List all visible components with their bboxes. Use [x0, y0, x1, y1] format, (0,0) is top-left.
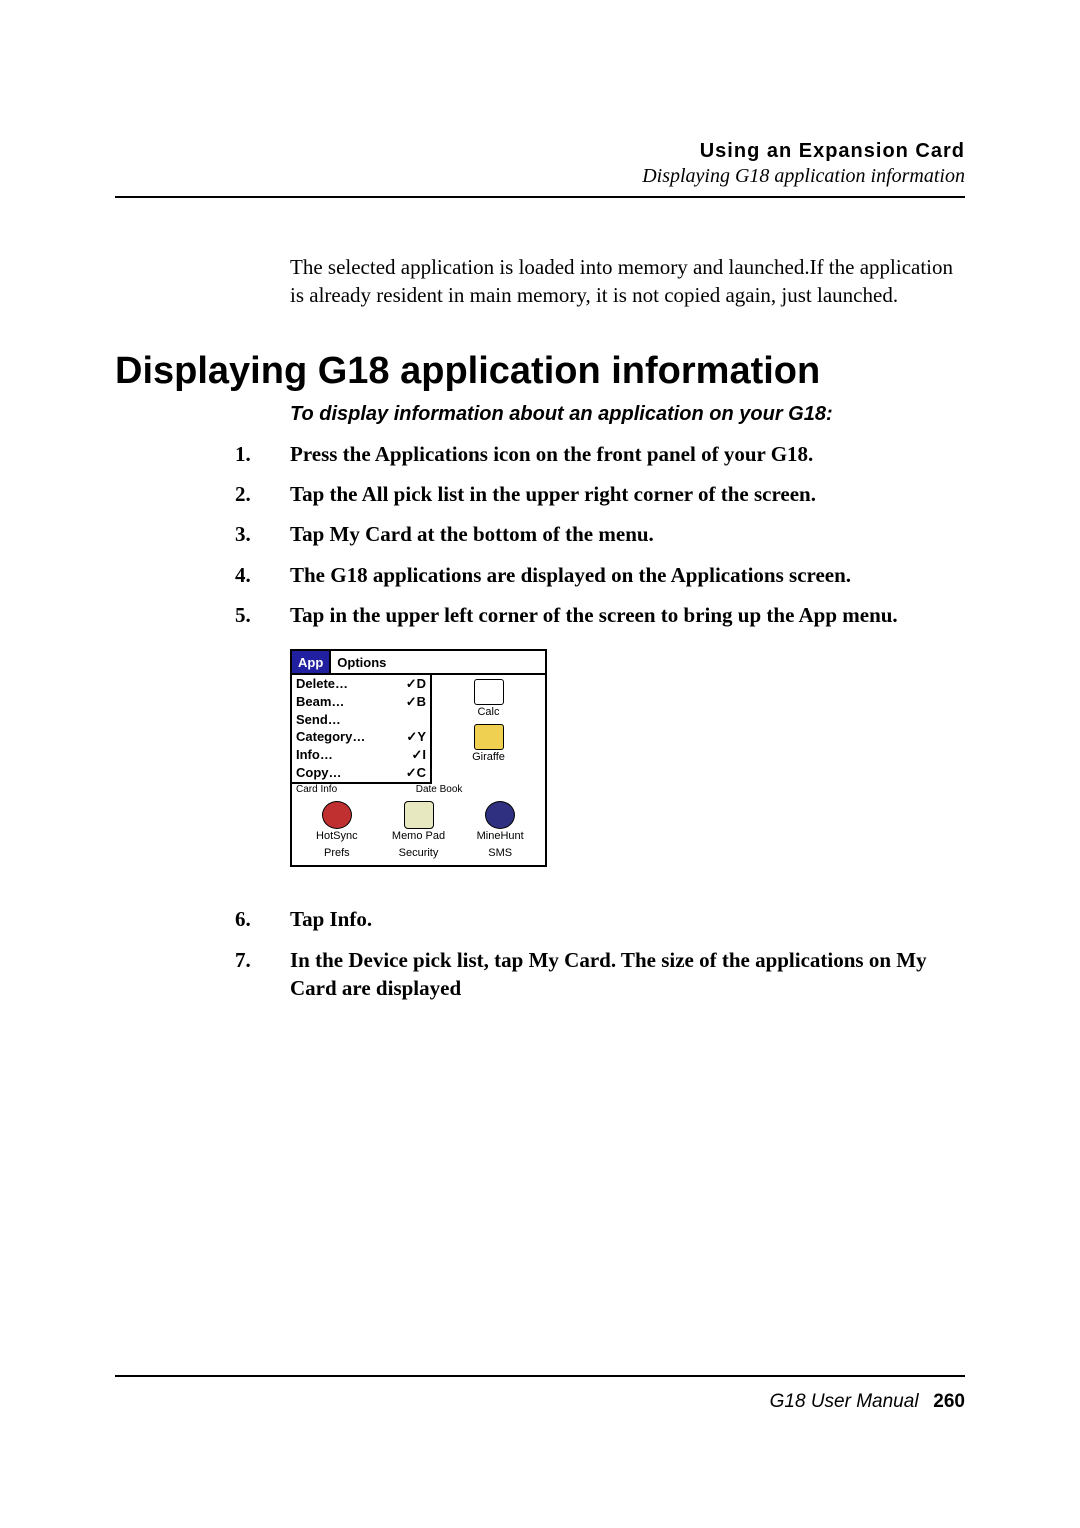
menu-item-copy[interactable]: Copy… [296, 765, 342, 781]
obscured-label: Date Book [416, 784, 463, 795]
app-label: Giraffe [472, 751, 505, 763]
page-footer: G18 User Manual 260 [115, 1375, 965, 1413]
step-text: Tap Info. [290, 905, 965, 933]
giraffe-icon[interactable] [474, 724, 504, 750]
menu-shortcut: ✓C [406, 765, 426, 781]
steps-list-1: 1.Press the Applications icon on the fro… [115, 440, 965, 630]
step-number: 3. [235, 520, 290, 548]
step-text: Tap in the upper left corner of the scre… [290, 601, 965, 629]
calc-icon[interactable] [474, 679, 504, 705]
minehunt-icon[interactable] [485, 801, 515, 829]
step-text: In the Device pick list, tap My Card. Th… [290, 946, 965, 1003]
app-label: Security [399, 847, 439, 859]
step-text: Tap My Card at the bottom of the menu. [290, 520, 965, 548]
section-heading: Displaying G18 application information [115, 350, 965, 393]
app-label: HotSync [316, 830, 358, 842]
step-number: 7. [235, 946, 290, 1003]
step-number: 4. [235, 561, 290, 589]
menu-item-delete[interactable]: Delete… [296, 676, 348, 692]
menu-shortcut: ✓I [411, 747, 426, 763]
step-number: 1. [235, 440, 290, 468]
app-label: Prefs [324, 847, 350, 859]
menu-item-send[interactable]: Send… [296, 712, 341, 727]
menu-shortcut: ✓Y [406, 729, 426, 745]
hotsync-icon[interactable] [322, 801, 352, 829]
header-rule [115, 196, 965, 198]
app-menu-dropdown: Delete… ✓D Beam… ✓B Send… Category… ✓Y Info… [292, 675, 432, 784]
app-label: MineHunt [477, 830, 524, 842]
app-label: Calc [477, 706, 499, 718]
memopad-icon[interactable] [404, 801, 434, 829]
task-subheading: To display information about an applicat… [290, 403, 965, 426]
menu-item-beam[interactable]: Beam… [296, 694, 344, 710]
menu-shortcut: ✓B [406, 694, 426, 710]
palm-device-screen: App Options Delete… ✓D Beam… ✓B Send… Cate… [290, 649, 547, 867]
step-text: Tap the All pick list in the upper right… [290, 480, 965, 508]
section-subtitle: Displaying G18 application information [115, 165, 965, 188]
manual-name: G18 User Manual [770, 1391, 919, 1412]
chapter-title: Using an Expansion Card [115, 140, 965, 163]
step-text: Press the Applications icon on the front… [290, 440, 965, 468]
menu-shortcut: ✓D [406, 676, 426, 692]
step-text: The G18 applications are displayed on th… [290, 561, 965, 589]
app-label: Memo Pad [392, 830, 445, 842]
step-number: 2. [235, 480, 290, 508]
obscured-label: Card Info [296, 784, 337, 795]
palm-screenshot: App Options Delete… ✓D Beam… ✓B Send… Cate… [290, 649, 965, 867]
app-label: SMS [488, 847, 512, 859]
app-menu-tab[interactable]: App [292, 651, 331, 673]
page-number: 260 [933, 1391, 965, 1412]
step-number: 6. [235, 905, 290, 933]
steps-list-2: 6.Tap Info. 7.In the Device pick list, t… [115, 905, 965, 1002]
menu-item-info[interactable]: Info… [296, 747, 333, 763]
intro-paragraph: The selected application is loaded into … [290, 253, 965, 310]
step-number: 5. [235, 601, 290, 629]
options-menu-tab[interactable]: Options [331, 655, 392, 670]
menu-item-category[interactable]: Category… [296, 729, 365, 745]
